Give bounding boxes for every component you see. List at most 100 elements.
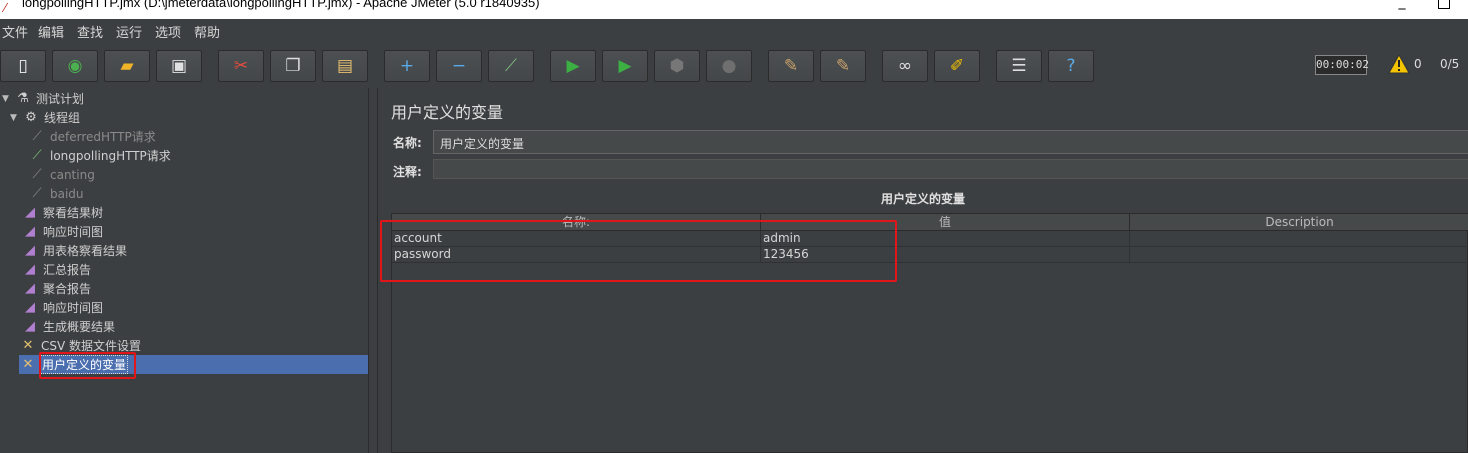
flask-icon: ⚗ <box>17 91 29 106</box>
stop-button[interactable]: ⬢ <box>654 50 700 82</box>
graph-icon: ◢ <box>25 319 35 334</box>
tree-node-label: 用表格察看结果 <box>43 244 128 258</box>
tree-node[interactable]: ◢ 生成概要结果 <box>21 317 116 336</box>
menu-file[interactable]: 文件 <box>2 22 28 41</box>
start-no-pauses-icon: ▶ <box>618 55 632 76</box>
pipette-icon: ⟋ <box>32 186 42 201</box>
table-caption: 用户定义的变量 <box>880 192 965 206</box>
name-label: 名称: <box>393 136 422 150</box>
clear-button[interactable]: ✎ <box>768 50 814 82</box>
tree-node-label: deferredHTTP请求 <box>50 130 156 144</box>
name-row: 名称: 用户定义的变量 <box>391 129 1468 155</box>
pipette-icon: ⟋ <box>32 148 42 163</box>
minimize-button[interactable]: _ <box>1394 0 1410 10</box>
start-button[interactable]: ▶ <box>550 50 596 82</box>
function-helper-button[interactable]: ☰ <box>996 50 1042 82</box>
tree-node[interactable]: ◢ 响应时间图 <box>21 222 104 241</box>
warning-count: 0 <box>1414 57 1422 71</box>
tree-node-label: 线程组 <box>44 111 81 125</box>
templates-button[interactable]: ◉ <box>52 50 98 82</box>
templates-icon: ◉ <box>67 55 83 76</box>
expand-button[interactable]: + <box>384 50 430 82</box>
stop-icon: ⬢ <box>669 55 685 76</box>
start-no-pauses-button[interactable]: ▶ <box>602 50 648 82</box>
tree-node[interactable]: ◢ 用表格察看结果 <box>21 241 128 260</box>
copy-icon: ❐ <box>285 55 301 76</box>
warning-icon[interactable] <box>1388 54 1410 74</box>
clear-icon: ✎ <box>783 55 799 76</box>
paste-button[interactable]: ▤ <box>322 50 368 82</box>
active-threads: 0/5 <box>1440 57 1460 71</box>
copy-button[interactable]: ❐ <box>270 50 316 82</box>
highlight-selected-node <box>39 352 136 379</box>
comment-field[interactable] <box>433 159 1468 179</box>
new-button[interactable]: ▯ <box>0 50 46 82</box>
tree-node-label: baidu <box>50 186 84 201</box>
gear-icon: ⚙ <box>25 110 37 125</box>
test-plan-tree: ▼ ⚗ 测试计划 ▼ ⚙ 线程组 ⟋ deferredHTTP请求 ⟋ longpollingHT… <box>0 88 368 453</box>
expand-icon: + <box>399 55 415 76</box>
open-button[interactable]: ▰ <box>104 50 150 82</box>
column-header-description[interactable]: Description <box>1130 214 1468 231</box>
tree-node-label: 响应时间图 <box>43 301 104 315</box>
tree-node-label: 测试计划 <box>36 92 85 106</box>
expand-arrow-icon[interactable]: ▼ <box>10 113 20 123</box>
shutdown-button[interactable]: ● <box>706 50 752 82</box>
menu-options[interactable]: 选项 <box>155 22 181 41</box>
maximize-button[interactable] <box>1438 0 1450 9</box>
tree-node[interactable]: ▼ ⚙ 线程组 <box>10 108 81 127</box>
window-title: longpollingHTTP.jmx (D:\jmeterdata\longp… <box>22 0 540 10</box>
wrench-icon: ✕ <box>22 338 34 353</box>
expand-arrow-icon[interactable]: ▼ <box>2 94 12 104</box>
tree-node[interactable]: ⟋ deferredHTTP请求 <box>28 127 157 146</box>
toggle-button[interactable]: ⟋ <box>488 50 534 82</box>
start-icon: ▶ <box>566 55 580 76</box>
tree-node[interactable]: ⟋ longpollingHTTP请求 <box>28 146 172 165</box>
function-helper-icon: ☰ <box>1011 55 1027 76</box>
menu-run[interactable]: 运行 <box>116 22 142 41</box>
reset-search-button[interactable]: ✐ <box>934 50 980 82</box>
tree-node[interactable]: ◢ 察看结果树 <box>21 203 104 222</box>
menu-edit[interactable]: 编辑 <box>38 22 64 41</box>
variable-description-cell[interactable] <box>1130 231 1468 247</box>
comment-row: 注释: <box>391 158 1468 184</box>
toggle-icon: ⟋ <box>505 55 517 76</box>
menu-help[interactable]: 帮助 <box>194 22 220 41</box>
split-pane-divider[interactable] <box>368 88 378 453</box>
name-field[interactable]: 用户定义的变量 <box>433 130 1468 154</box>
jmeter-feather-icon: ⁄ <box>4 1 7 15</box>
graph-icon: ◢ <box>25 243 35 258</box>
cut-button[interactable]: ✂ <box>218 50 264 82</box>
tree-node-label: 生成概要结果 <box>43 320 116 334</box>
pipette-icon: ⟋ <box>32 167 42 182</box>
window-title-bar: ⁄ longpollingHTTP.jmx (D:\jmeterdata\lon… <box>0 0 1468 19</box>
highlight-variables-rows <box>380 220 897 282</box>
graph-icon: ◢ <box>25 262 35 277</box>
help-button[interactable]: ? <box>1048 50 1094 82</box>
variable-description-cell[interactable] <box>1130 247 1468 263</box>
tree-node[interactable]: ⟋ canting <box>28 165 96 184</box>
tree-node[interactable]: ▼ ⚗ 测试计划 <box>2 89 85 108</box>
wrench-icon: ✕ <box>22 357 34 372</box>
reset-search-icon: ✐ <box>949 55 965 76</box>
save-button[interactable]: ▣ <box>156 50 202 82</box>
search-button[interactable]: ∞ <box>882 50 928 82</box>
collapse-button[interactable]: − <box>436 50 482 82</box>
tree-node[interactable]: ◢ 响应时间图 <box>21 298 104 317</box>
search-icon: ∞ <box>897 55 913 76</box>
clear-all-button[interactable]: ✎ <box>820 50 866 82</box>
collapse-icon: − <box>451 55 467 76</box>
new-icon: ▯ <box>18 55 28 76</box>
menu-bar: 文件 编辑 查找 运行 选项 帮助 <box>0 19 1468 43</box>
tree-node[interactable]: ⟋ baidu <box>28 184 85 203</box>
tree-node-label: 响应时间图 <box>43 225 104 239</box>
tree-node[interactable]: ◢ 汇总报告 <box>21 260 92 279</box>
open-icon: ▰ <box>120 55 134 76</box>
cut-icon: ✂ <box>233 55 249 76</box>
pipette-icon: ⟋ <box>32 129 42 144</box>
tree-node-label: 聚合报告 <box>43 282 92 296</box>
graph-icon: ◢ <box>25 205 35 220</box>
page-title: 用户定义的变量 <box>391 103 504 122</box>
menu-search[interactable]: 查找 <box>77 22 103 41</box>
tree-node[interactable]: ◢ 聚合报告 <box>21 279 92 298</box>
